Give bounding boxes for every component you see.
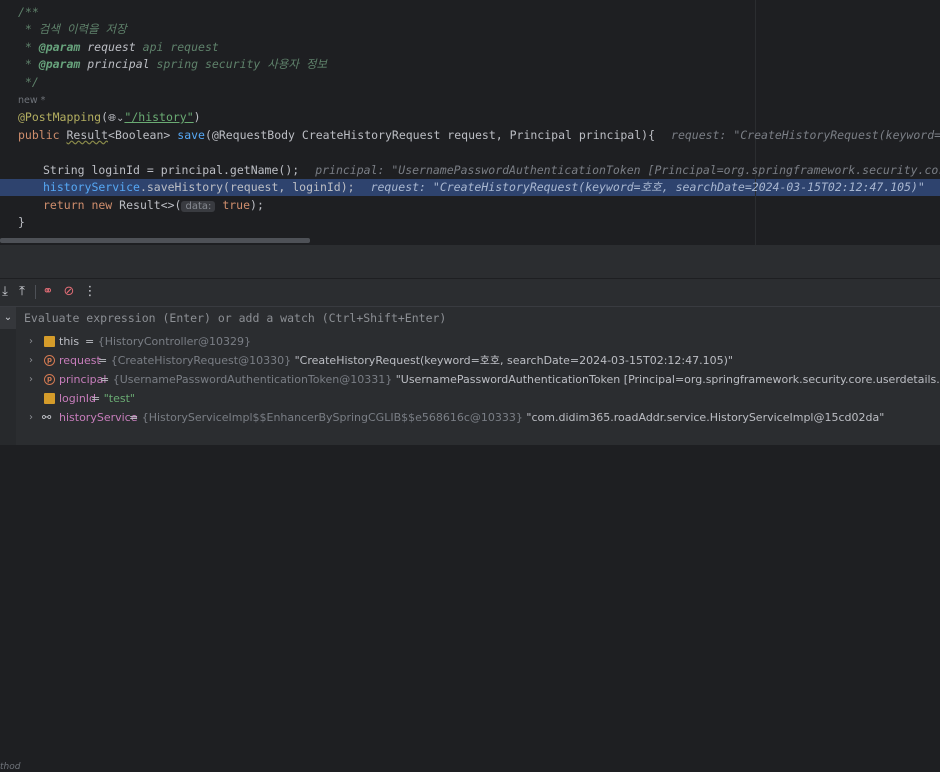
panel-divider[interactable] — [0, 245, 940, 278]
more-icon[interactable]: ⋮ — [82, 284, 98, 300]
field-icon — [44, 336, 55, 347]
variable-row-historyservice[interactable]: › ⚯ historyService = {HistoryServiceImpl… — [16, 408, 940, 427]
inline-debug-hint: request: "CreateHistoryRequest(keyword=호… — [370, 180, 925, 194]
field-icon — [44, 393, 55, 404]
right-margin-guide — [755, 0, 756, 245]
code-line-method-signature: public Result<Boolean> save(@RequestBody… — [18, 127, 940, 144]
code-line-doc-param-principal: * @param principal spring security 사용자 정… — [18, 57, 328, 71]
code-line-doc-close: */ — [18, 75, 39, 89]
code-line-return: return new Result<>(data: true); — [43, 198, 264, 212]
parameter-icon: p — [44, 374, 55, 385]
code-line-get-login: String loginId = principal.getName(); pri… — [43, 162, 940, 179]
variable-row-this[interactable]: › this = {HistoryController@10329} — [16, 332, 940, 351]
debug-toolbar: ⤓ ⤒ ⚭ ⊘ ⋮ — [0, 278, 940, 307]
frames-panel-edge-text: thod — [0, 762, 21, 772]
variable-row-loginid[interactable]: loginId = "test" — [16, 389, 940, 408]
code-editor[interactable]: /** * 검색 이력을 저장 * @param request api req… — [0, 0, 940, 245]
expand-chevron-icon[interactable]: › — [29, 351, 33, 370]
toolbar-separator — [35, 285, 36, 299]
code-line-save-history: historyService.saveHistory(request, logi… — [43, 179, 940, 196]
inline-debug-hint: principal: "UsernamePasswordAuthenticati… — [315, 163, 940, 177]
variables-tree: › this = {HistoryController@10329} › p r… — [0, 329, 940, 772]
new-usage-marker[interactable]: new * — [18, 92, 45, 109]
expand-chevron-icon[interactable]: › — [29, 332, 33, 351]
code-line-doc-summary: * 검색 이력을 저장 — [18, 22, 127, 36]
step-out-icon[interactable]: ⤒ — [14, 284, 30, 300]
code-line-doc-open: /** — [18, 5, 39, 19]
horizontal-scrollbar[interactable] — [0, 238, 310, 243]
variable-row-principal[interactable]: › p principal = {UsernamePasswordAuthent… — [16, 370, 940, 389]
expand-chevron-icon[interactable]: › — [29, 408, 33, 427]
mute-breakpoints-icon[interactable]: ⊘ — [61, 284, 77, 300]
code-line-doc-param-request: * @param request api request — [18, 40, 219, 54]
step-into-icon[interactable]: ⤓ — [0, 284, 13, 300]
view-breakpoints-icon[interactable]: ⚭ — [40, 284, 56, 300]
evaluate-expression-input[interactable] — [24, 307, 924, 329]
code-line-annotation: @PostMapping(🌐︎⌄"/history") — [18, 110, 201, 124]
watch-glasses-icon: ⚯ — [42, 411, 52, 424]
parameter-name-hint: data: — [181, 201, 216, 212]
expand-chevron-icon[interactable]: › — [29, 370, 33, 389]
inline-debug-hint: request: "CreateHistoryRequest(keyword=호… — [671, 128, 940, 142]
collapse-chevron-icon[interactable]: ⌄ — [0, 307, 16, 329]
parameter-icon: p — [44, 355, 55, 366]
variable-row-request[interactable]: › p request = {CreateHistoryRequest@1033… — [16, 351, 940, 370]
variables-gutter — [0, 329, 16, 445]
globe-icon[interactable]: 🌐︎⌄ — [108, 113, 124, 124]
code-line-close-brace: } — [18, 215, 25, 229]
evaluate-expression-bar: ⌄ — [0, 306, 940, 330]
